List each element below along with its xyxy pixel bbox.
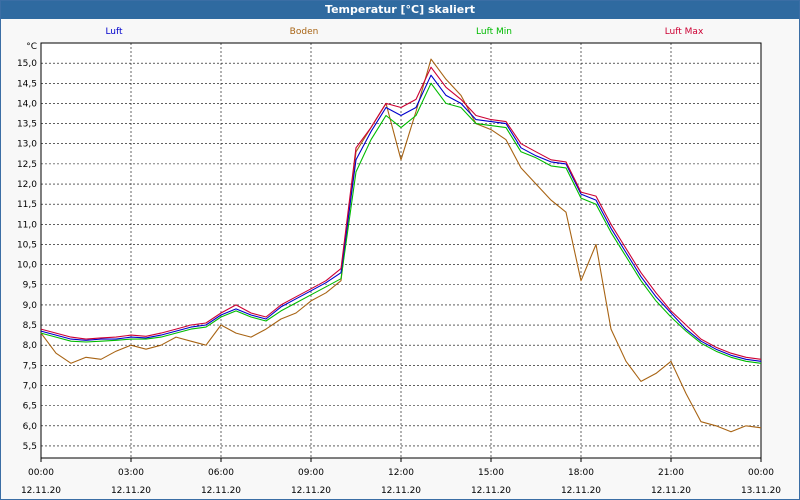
y-tick-label: 15,0 (17, 59, 37, 69)
y-tick-label: 9,0 (23, 301, 38, 311)
x-tick-time: 18:00 (568, 468, 594, 478)
y-tick-label: 10,0 (17, 261, 37, 271)
legend-item: Luft Max (665, 27, 704, 37)
y-tick-label: 11,5 (17, 200, 37, 210)
x-tick-time: 09:00 (298, 468, 324, 478)
x-tick-date: 12.11.20 (201, 486, 241, 496)
x-tick-time: 00:00 (748, 468, 774, 478)
x-tick-time: 00:00 (28, 468, 54, 478)
y-tick-label: 5,5 (23, 442, 37, 452)
y-tick-label: 14,5 (17, 79, 37, 89)
x-tick-date: 12.11.20 (291, 486, 331, 496)
y-tick-label: 12,0 (17, 180, 37, 190)
x-tick-time: 12:00 (388, 468, 414, 478)
x-tick-time: 15:00 (478, 468, 504, 478)
y-tick-label: 12,5 (17, 160, 37, 170)
x-tick-date: 12.11.20 (561, 486, 601, 496)
temperature-chart: 5,5 6,0 6,5 7,0 7,5 8,0 8,5 9,0 9,5 10,0 10,5 11,0 1… (17, 27, 781, 496)
x-tick-date: 12.11.20 (651, 486, 691, 496)
legend-item: Boden (290, 27, 319, 37)
x-tick-date: 12.11.20 (21, 486, 61, 496)
legend-item: Luft (105, 27, 123, 37)
y-tick-label: 14,0 (17, 99, 37, 109)
y-axis-unit: °C (26, 42, 37, 52)
y-tick-label: 8,5 (23, 321, 37, 331)
y-tick-label: 11,0 (17, 220, 37, 230)
x-tick-time: 06:00 (208, 468, 234, 478)
x-tick-date: 12.11.20 (111, 486, 151, 496)
chart-title: Temperatur [°C] skaliert (1, 1, 799, 19)
x-tick-date: 12.11.20 (471, 486, 511, 496)
y-tick-label: 10,5 (17, 240, 37, 250)
y-tick-label: 7,0 (23, 381, 38, 391)
x-tick-time: 21:00 (658, 468, 684, 478)
y-tick-label: 6,5 (23, 402, 37, 412)
legend-item: Luft Min (476, 27, 512, 37)
x-tick-date: 12.11.20 (381, 486, 421, 496)
y-tick-label: 6,0 (23, 422, 38, 432)
x-tick-date: 13.11.20 (741, 486, 781, 496)
x-tick-time: 03:00 (118, 468, 144, 478)
y-tick-label: 8,0 (23, 341, 38, 351)
y-tick-label: 7,5 (23, 361, 37, 371)
y-tick-label: 13,0 (17, 140, 37, 150)
y-tick-label: 13,5 (17, 120, 37, 130)
y-tick-label: 9,5 (23, 281, 37, 291)
chart-window: Temperatur [°C] skaliert 5,5 6,0 6,5 7,0 7,5… (0, 0, 800, 500)
